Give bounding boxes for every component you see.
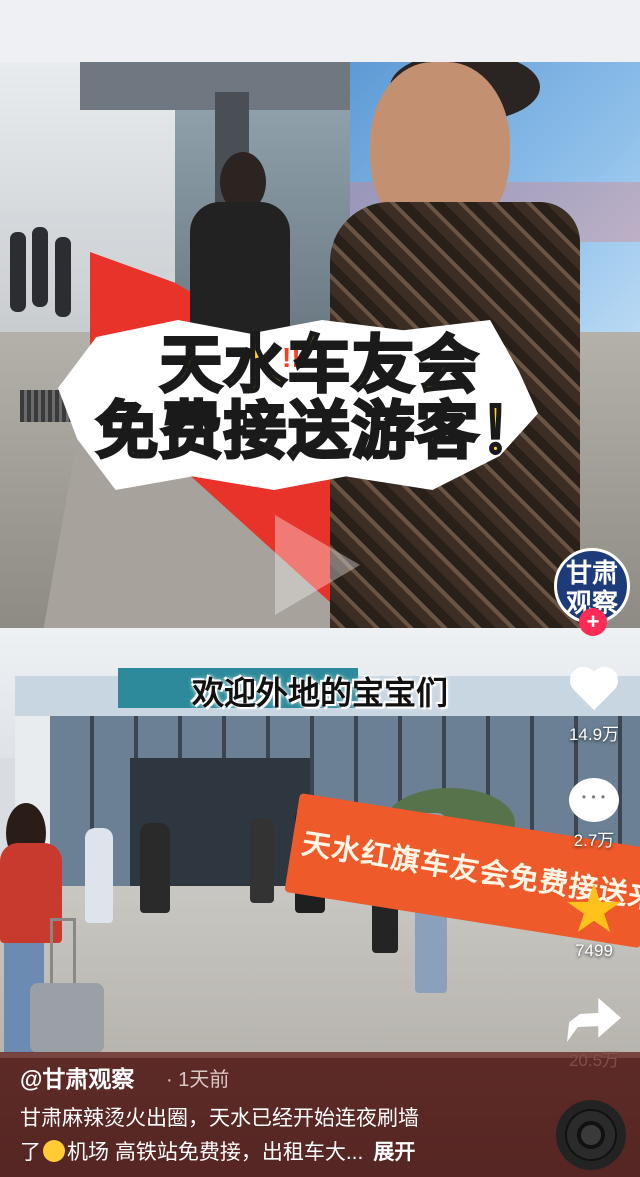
- caption-line-2b: 机场 高铁站免费接，出租车大...: [67, 1141, 364, 1164]
- share-icon: [567, 998, 621, 1042]
- heart-icon: [568, 668, 620, 716]
- post-time: · 1天前: [166, 1069, 230, 1091]
- like-count: 14.9万: [568, 725, 620, 744]
- author-name[interactable]: @甘肃观察: [20, 1060, 134, 1094]
- like-button[interactable]: 14.9万: [548, 668, 640, 745]
- caption-line-2a: 了: [20, 1141, 41, 1164]
- music-disc-icon[interactable]: [556, 1100, 626, 1170]
- emoji-grin-icon: [43, 1140, 65, 1162]
- favorite-button[interactable]: 7499: [548, 883, 640, 961]
- status-bar: [0, 0, 640, 62]
- avatar-text-1: 甘肃: [565, 559, 618, 589]
- post-caption[interactable]: 甘肃麻辣烫火出圈，天水已经开始连夜刷墙 了 机场 高铁站免费接，出租车大... 展开: [20, 1102, 520, 1170]
- headline-line-2: 免费接送游客！: [94, 394, 544, 467]
- scene-pedestrian: [32, 227, 48, 307]
- scene-pedestrian: [55, 237, 71, 317]
- video-frame-bottom[interactable]: 天水红旗车友会免费接送来天水吃麻辣烫 欢迎外地的宝宝们: [0, 628, 640, 1058]
- scene-pedestrian: [10, 232, 26, 312]
- headline-line-1: 天水车友会: [158, 328, 480, 401]
- scene-pedestrian: [85, 828, 113, 923]
- comment-button[interactable]: 2.7万: [548, 778, 640, 851]
- post-info: @甘肃观察 · 1天前 甘肃麻辣烫火出圈，天水已经开始连夜刷墙 了 机场 高铁站免…: [0, 1052, 640, 1177]
- scene-suitcase-handle: [50, 918, 76, 983]
- comment-icon: [569, 778, 619, 822]
- expand-button[interactable]: 展开: [373, 1141, 415, 1164]
- follow-button[interactable]: +: [579, 608, 607, 636]
- favorite-count: 7499: [575, 941, 613, 960]
- comment-count: 2.7万: [573, 831, 615, 850]
- scene-pedestrian: [140, 823, 170, 913]
- scene-suitcase: [30, 983, 104, 1053]
- caption-line-1: 甘肃麻辣烫火出圈，天水已经开始连夜刷墙: [20, 1107, 419, 1130]
- video-headline: 天水车友会 免费接送游客！: [0, 328, 640, 467]
- play-icon[interactable]: [275, 515, 360, 615]
- star-icon: [567, 883, 621, 933]
- scene-pedestrian: [250, 818, 274, 903]
- video-subtitle: 欢迎外地的宝宝们: [191, 674, 448, 712]
